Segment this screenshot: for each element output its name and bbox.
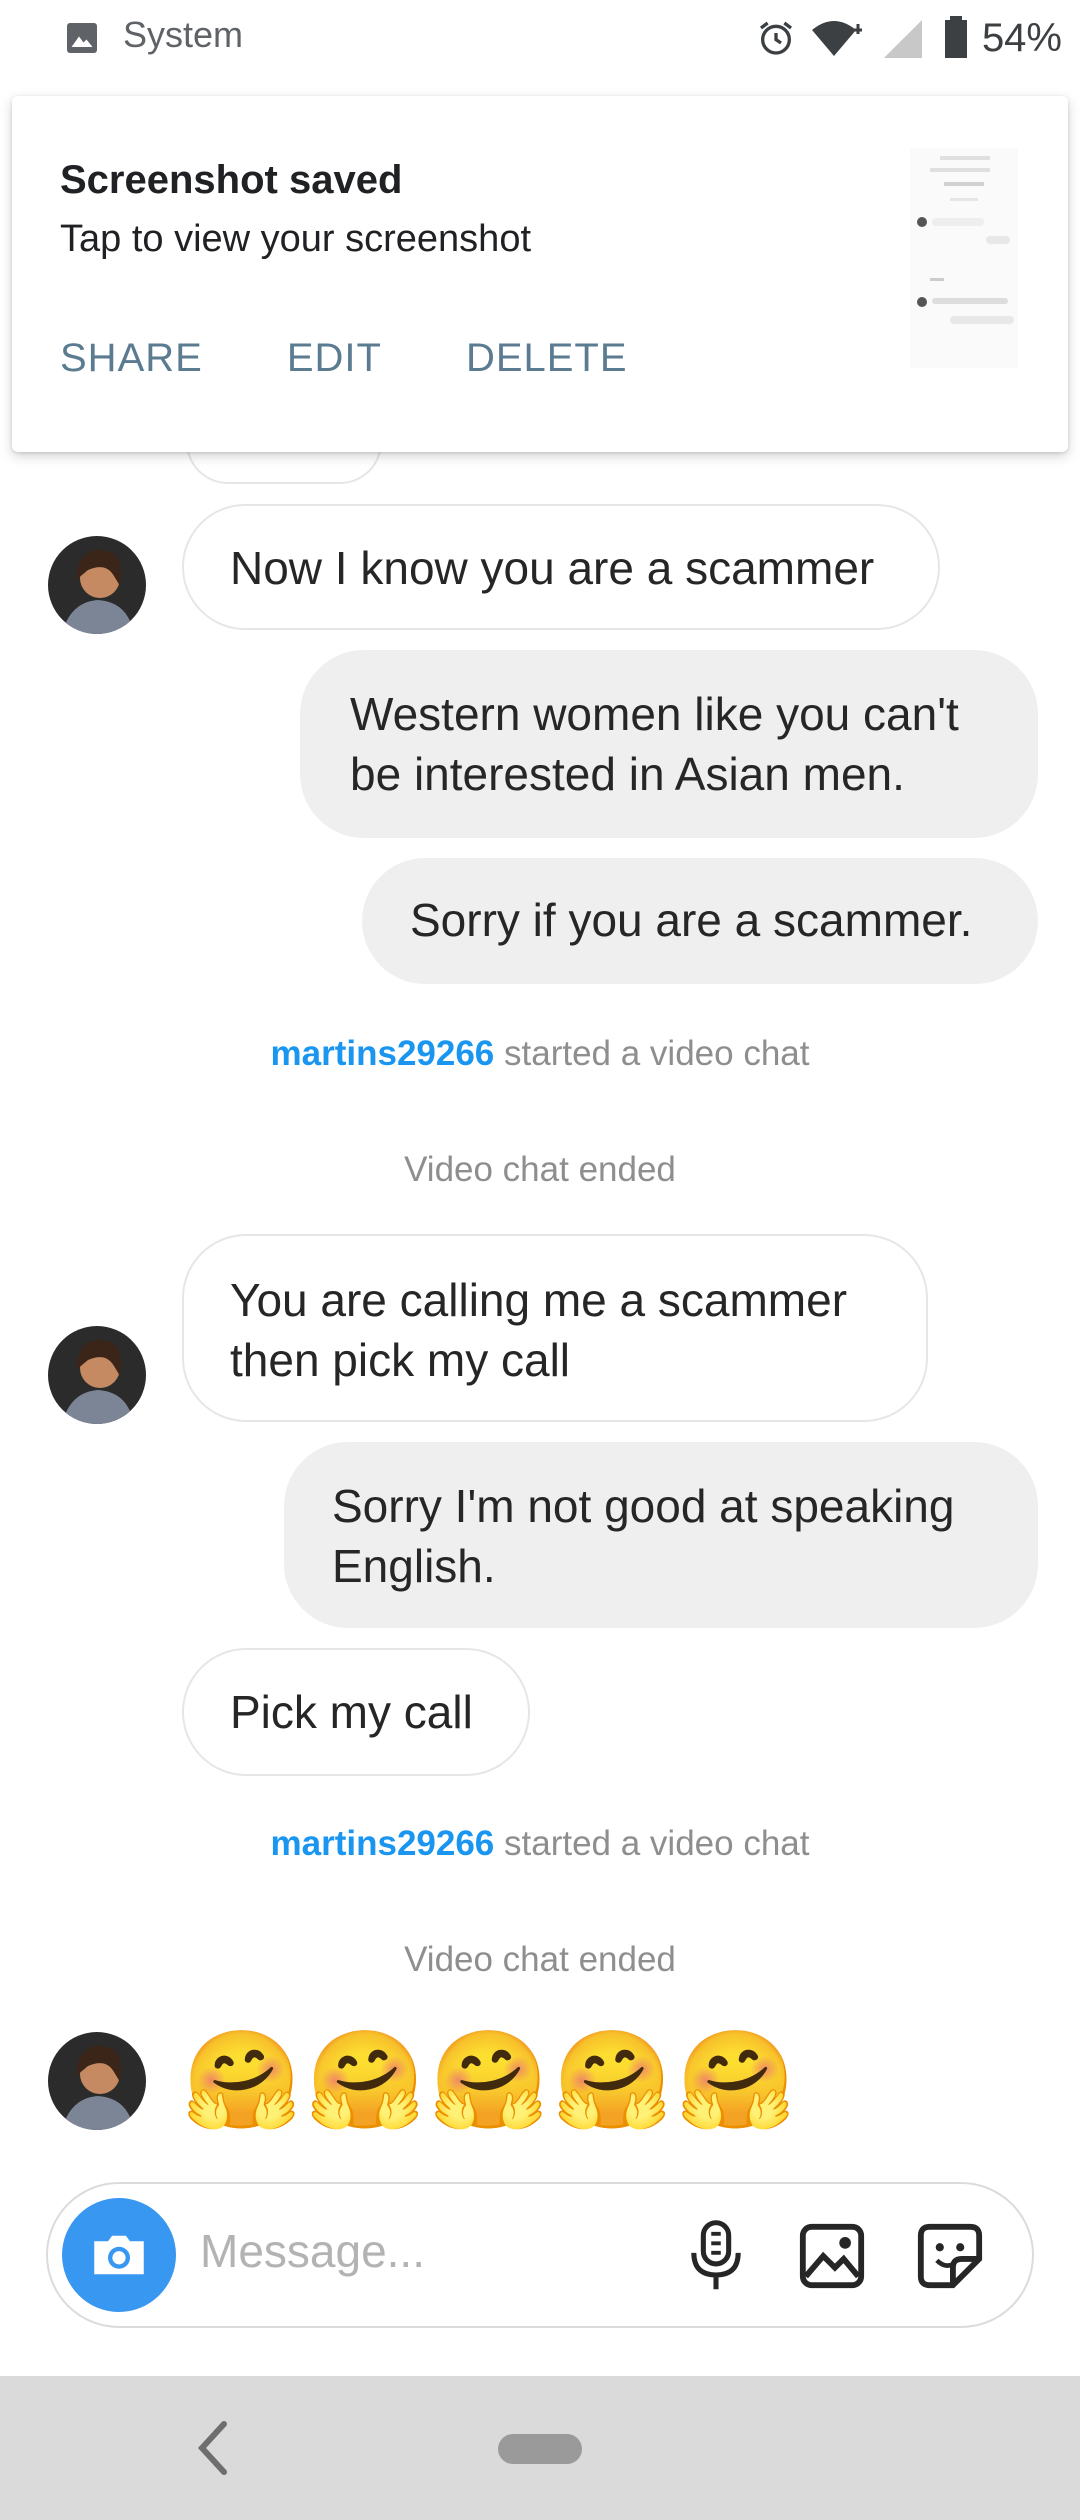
camera-icon [94, 2235, 144, 2275]
notification-text: Tap to view your screenshot [60, 218, 532, 260]
share-button[interactable]: SHARE [60, 336, 203, 381]
system-event-video-ended: Video chat ended [0, 1150, 1080, 1190]
message-input[interactable]: Message... [200, 2224, 425, 2278]
screenshot-notification[interactable]: Screenshot saved Tap to view your screen… [12, 96, 1068, 452]
camera-button[interactable] [62, 2198, 176, 2312]
message-bubble-outgoing[interactable]: Sorry I'm not good at speaking English. [284, 1442, 1038, 1628]
message-bubble-incoming[interactable]: You are calling me a scammer then pick m… [182, 1234, 928, 1422]
system-event-video-started: martins29266 started a video chat [0, 1824, 1080, 1864]
system-event-text: Video chat ended [404, 1150, 676, 1189]
message-text: Sorry I'm not good at speaking English. [332, 1480, 955, 1592]
system-event-video-started: martins29266 started a video chat [0, 1034, 1080, 1074]
delete-button[interactable]: DELETE [466, 336, 628, 381]
microphone-button[interactable] [678, 2218, 754, 2294]
system-event-text: started a video chat [504, 1034, 810, 1073]
message-composer: Message... [46, 2182, 1034, 2328]
system-event-text: started a video chat [504, 1824, 810, 1863]
avatar[interactable] [48, 1326, 146, 1424]
avatar[interactable] [48, 2032, 146, 2130]
microphone-icon [691, 2220, 741, 2290]
edit-button[interactable]: EDIT [287, 336, 382, 381]
sticker-icon [917, 2223, 983, 2289]
message-bubble-incoming[interactable]: Now I know you are a scammer [182, 504, 940, 630]
message-bubble-outgoing[interactable]: Sorry if you are a scammer. [362, 858, 1038, 984]
username-link[interactable]: martins29266 [271, 1034, 495, 1073]
system-navigation-bar [0, 2376, 1080, 2520]
screenshot-thumbnail[interactable] [910, 148, 1018, 368]
message-bubble-incoming[interactable]: Pick my call [182, 1648, 530, 1776]
emoji-message[interactable]: 🤗🤗🤗🤗🤗 [182, 2026, 800, 2136]
message-text: Now I know you are a scammer [230, 542, 875, 594]
notification-title: Screenshot saved [60, 158, 403, 202]
back-icon[interactable] [192, 2418, 232, 2478]
gallery-icon [799, 2223, 865, 2289]
message-text: You are calling me a scammer then pick m… [230, 1274, 848, 1386]
home-pill-icon[interactable] [498, 2434, 582, 2464]
message-text: Sorry if you are a scammer. [410, 894, 973, 946]
notification-actions: SHARE EDIT DELETE [60, 336, 628, 381]
message-text: Pick my call [230, 1686, 473, 1738]
sticker-button[interactable] [912, 2218, 988, 2294]
username-link[interactable]: martins29266 [271, 1824, 495, 1863]
message-text: Western women like you can't be interest… [350, 688, 959, 800]
gallery-button[interactable] [794, 2218, 870, 2294]
system-event-video-ended: Video chat ended [0, 1940, 1080, 1980]
emoji-message-text: 🤗🤗🤗🤗🤗 [182, 2027, 800, 2134]
system-event-text: Video chat ended [404, 1940, 676, 1979]
avatar[interactable] [48, 536, 146, 634]
message-bubble-outgoing[interactable]: Western women like you can't be interest… [300, 650, 1038, 838]
